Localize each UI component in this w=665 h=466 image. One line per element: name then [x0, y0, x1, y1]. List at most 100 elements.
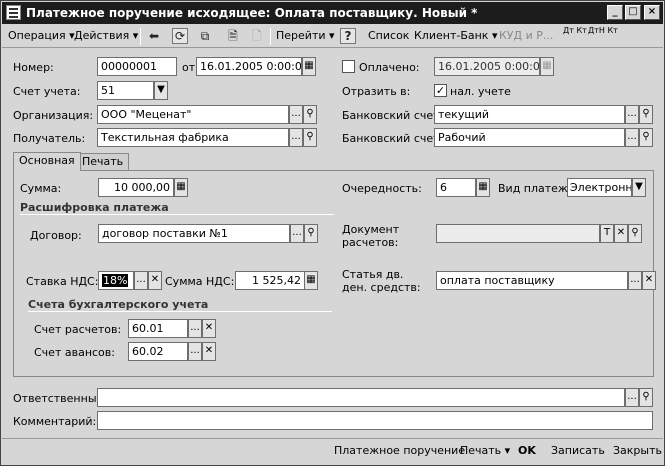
- post-document-icon[interactable]: 🗎: [224, 27, 242, 45]
- org-field[interactable]: ООО "Меценат": [97, 105, 289, 124]
- calendar-icon[interactable]: ▦: [302, 57, 316, 76]
- advance-account-field[interactable]: 60.02: [128, 342, 188, 361]
- print-menu-button[interactable]: Печать ▾: [460, 444, 510, 457]
- pay-type-field[interactable]: Электронно: [567, 178, 632, 197]
- save-button[interactable]: Записать: [551, 444, 605, 457]
- doc-label-line2: расчетов:: [342, 236, 399, 249]
- settlement-search-icon[interactable]: ⚲: [628, 224, 642, 243]
- tab-main[interactable]: Основная: [13, 152, 81, 171]
- recipient-label: Получатель:: [13, 132, 86, 145]
- paid-checkbox[interactable]: [342, 60, 355, 73]
- bank-account-label: Банковский счет:: [342, 109, 444, 122]
- comment-field[interactable]: [97, 411, 653, 430]
- settlement-clear-icon[interactable]: ✕: [614, 224, 628, 243]
- vat-rate-label: Ставка НДС:: [26, 275, 99, 288]
- responsible-field[interactable]: [97, 388, 625, 407]
- list-button[interactable]: Список: [368, 29, 409, 42]
- copy-icon[interactable]: ⧉: [196, 27, 214, 45]
- cash-flow-select-button[interactable]: ...: [628, 271, 642, 290]
- paid-date-field[interactable]: 16.01.2005 0:00:00: [434, 57, 540, 76]
- client-bank-menu[interactable]: Клиент-Банк ▾: [414, 29, 497, 42]
- window-title: Платежное поручение исходящее: Оплата по…: [26, 6, 478, 20]
- bank-account2-search-icon[interactable]: ⚲: [639, 128, 653, 147]
- org-label: Организация:: [13, 109, 94, 122]
- from-label: от: [182, 61, 196, 74]
- bank-account2-select-button[interactable]: ...: [625, 128, 639, 147]
- tax-accounting-checkbox[interactable]: ✓: [434, 84, 447, 97]
- bank-account2-field[interactable]: Рабочий: [434, 128, 625, 147]
- reflect-label: Отразить в:: [342, 85, 411, 98]
- calculator-icon[interactable]: ▦: [174, 178, 188, 197]
- settle-account-label: Счет расчетов:: [34, 323, 122, 336]
- tab-main-pane: Сумма: 10 000,00 ▦ Очередность: 6 ▦ Вид …: [13, 170, 656, 377]
- help-icon[interactable]: ?: [340, 28, 356, 44]
- pay-type-dropdown-icon[interactable]: ▼: [632, 178, 646, 197]
- vat-calculator-icon[interactable]: ▦: [304, 271, 318, 290]
- close-button[interactable]: Закрыть: [613, 444, 662, 457]
- recipient-field[interactable]: Текстильная фабрика: [97, 128, 289, 147]
- vat-rate-select-button[interactable]: ...: [134, 271, 148, 290]
- org-select-button[interactable]: ...: [289, 105, 303, 124]
- advance-account-label: Счет авансов:: [34, 346, 115, 359]
- account-label: Счет учета:: [13, 85, 81, 98]
- advance-account-select-button[interactable]: ...: [188, 342, 202, 361]
- vat-rate-clear-icon[interactable]: ✕: [148, 271, 162, 290]
- unpost-document-icon[interactable]: 🗋: [248, 27, 266, 45]
- settlement-document-field[interactable]: [436, 224, 600, 243]
- recipient-select-button[interactable]: ...: [289, 128, 303, 147]
- cash-flow-clear-icon[interactable]: ✕: [642, 271, 656, 290]
- kudir-button[interactable]: КУД и Р...: [499, 29, 553, 42]
- bank-account-select-button[interactable]: ...: [625, 105, 639, 124]
- tab-print[interactable]: Печать: [76, 153, 130, 171]
- order-label: Очередность:: [342, 182, 422, 195]
- paid-calendar-icon[interactable]: ▦: [540, 57, 554, 76]
- settle-account-select-button[interactable]: ...: [188, 319, 202, 338]
- responsible-search-icon[interactable]: ⚲: [639, 388, 653, 407]
- dt-kt-n-icon[interactable]: ДтН Кт: [588, 27, 618, 35]
- decoding-title: Расшифровка платежа: [20, 201, 169, 214]
- responsible-select-button[interactable]: ...: [625, 388, 639, 407]
- vat-sum-field[interactable]: 1 525,42: [235, 271, 305, 290]
- close-window-button[interactable]: ×: [644, 5, 660, 20]
- bank-account-field[interactable]: текущий: [434, 105, 625, 124]
- account-dropdown-icon[interactable]: ▼: [154, 81, 168, 100]
- vat-rate-field[interactable]: 18%: [98, 271, 134, 290]
- actions-menu[interactable]: Действия ▾: [74, 29, 138, 42]
- doc-label-line1: Документ: [342, 223, 400, 236]
- tax-accounting-label: нал. учете: [450, 85, 511, 98]
- maximize-button[interactable]: □: [625, 5, 641, 20]
- dt-kt-icon[interactable]: Дт Кт: [563, 27, 587, 35]
- account-field[interactable]: 51: [97, 81, 154, 100]
- vat-sum-label: Сумма НДС:: [165, 275, 235, 288]
- sum-field[interactable]: 10 000,00: [98, 178, 174, 197]
- recipient-search-icon[interactable]: ⚲: [303, 128, 317, 147]
- contract-field[interactable]: договор поставки №1: [98, 224, 290, 243]
- bank-account-search-icon[interactable]: ⚲: [639, 105, 653, 124]
- contract-select-button[interactable]: ...: [290, 224, 304, 243]
- advance-account-clear-icon[interactable]: ✕: [202, 342, 216, 361]
- ok-button[interactable]: OK: [518, 444, 536, 457]
- toolbar: Операция ▾ Действия ▾ ⬅ ⟳ ⧉ 🗎 🗋 Перейти …: [2, 24, 663, 48]
- operation-menu[interactable]: Операция ▾: [8, 29, 75, 42]
- payment-order-print-button[interactable]: Платежное поручение: [334, 444, 465, 457]
- settle-account-clear-icon[interactable]: ✕: [202, 319, 216, 338]
- back-arrow-icon[interactable]: ⬅: [145, 27, 163, 45]
- order-field[interactable]: 6: [436, 178, 476, 197]
- minimize-button[interactable]: _: [607, 5, 623, 20]
- goto-menu[interactable]: Перейти ▾: [276, 29, 335, 42]
- settle-account-field[interactable]: 60.01: [128, 319, 188, 338]
- org-search-icon[interactable]: ⚲: [303, 105, 317, 124]
- cash-flow-label-line2: ден. средств:: [342, 281, 421, 294]
- comment-label: Комментарий:: [13, 415, 97, 428]
- cash-flow-label-line1: Статья дв.: [342, 268, 404, 281]
- contract-search-icon[interactable]: ⚲: [304, 224, 318, 243]
- number-field[interactable]: 00000001: [97, 57, 177, 76]
- date-field[interactable]: 16.01.2005 0:00:00: [196, 57, 302, 76]
- document-window: Платежное поручение исходящее: Оплата по…: [0, 0, 665, 466]
- cash-flow-field[interactable]: оплата поставщику: [436, 271, 628, 290]
- type-icon[interactable]: T: [600, 224, 614, 243]
- sum-label: Сумма:: [20, 182, 62, 195]
- order-calculator-icon[interactable]: ▦: [476, 178, 490, 197]
- refresh-icon[interactable]: ⟳: [172, 28, 188, 44]
- contract-label: Договор:: [30, 229, 82, 242]
